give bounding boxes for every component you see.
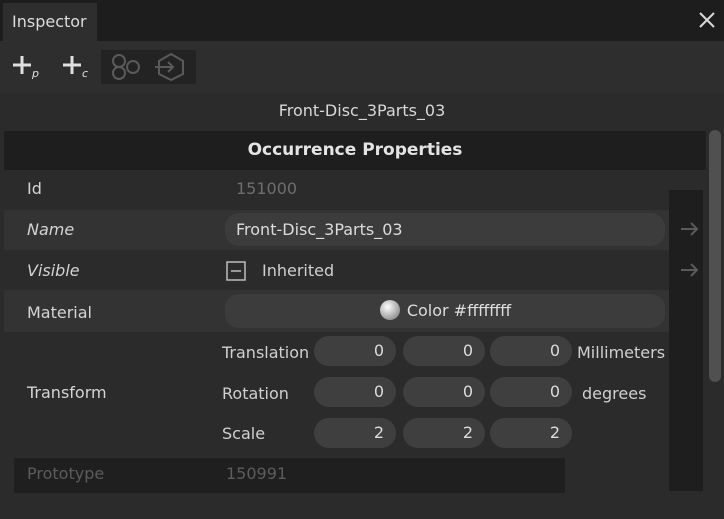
rotation-z-input[interactable]: 0 (490, 377, 572, 407)
name-input[interactable]: Front-Disc_3Parts_03 (225, 213, 665, 246)
convert-prototype-icon[interactable] (153, 52, 189, 82)
visible-arrow-icon[interactable] (680, 263, 700, 277)
rotation-x-input[interactable]: 0 (314, 377, 396, 407)
occurrence-name: Front-Disc_3Parts_03 (278, 101, 446, 120)
close-icon[interactable] (696, 9, 718, 31)
translation-y-input[interactable]: 0 (403, 336, 485, 366)
prototype-row: Prototype 150991 (14, 458, 565, 493)
id-row: Id 151000 (4, 170, 669, 210)
translation-x-input[interactable]: 0 (314, 336, 396, 366)
visible-value: Inherited (262, 261, 335, 280)
instance-link-icon[interactable] (107, 52, 143, 82)
tab-title: Inspector (12, 12, 87, 31)
scale-label: Scale (222, 424, 266, 443)
section-header: Occurrence Properties (4, 131, 706, 170)
svg-text:c: c (82, 67, 88, 80)
prototype-value: 150991 (226, 464, 288, 483)
name-value: Front-Disc_3Parts_03 (236, 220, 403, 239)
visible-row: Visible Inherited (4, 250, 669, 290)
scale-y-input[interactable]: 2 (403, 418, 485, 448)
disabled-tool-group (101, 50, 196, 84)
name-arrow-icon[interactable] (680, 222, 700, 236)
translation-unit: Millimeters (577, 343, 666, 362)
material-row: Material Color #ffffffff (4, 290, 669, 332)
svg-text:p: p (31, 67, 39, 80)
id-label: Id (27, 179, 42, 198)
rotation-unit: degrees (582, 384, 647, 403)
add-component-button[interactable]: c (62, 51, 92, 83)
rotation-label: Rotation (222, 384, 289, 403)
rotation-y-input[interactable]: 0 (403, 377, 485, 407)
prototype-label: Prototype (27, 464, 105, 483)
name-label: Name (27, 220, 75, 239)
color-swatch-icon (379, 300, 400, 320)
visible-checkbox[interactable] (226, 261, 246, 281)
visible-label: Visible (27, 261, 80, 280)
transform-row: Transform Translation 0 0 0 Millimeters … (4, 332, 669, 454)
add-prototype-button[interactable]: p (12, 51, 42, 83)
inspector-tab[interactable]: Inspector (3, 3, 97, 41)
id-value: 151000 (236, 179, 298, 198)
material-button[interactable]: Color #ffffffff (225, 294, 665, 328)
translation-z-input[interactable]: 0 (490, 336, 572, 366)
title-bar: Inspector (0, 0, 724, 41)
name-row: Name Front-Disc_3Parts_03 (4, 210, 669, 250)
scrollbar-thumb[interactable] (709, 130, 721, 382)
translation-label: Translation (222, 343, 310, 362)
transform-label: Transform (27, 383, 107, 402)
scale-z-input[interactable]: 2 (490, 418, 572, 448)
toolbar: p c (0, 41, 724, 93)
material-label: Material (27, 303, 92, 322)
material-value: Color #ffffffff (406, 301, 512, 320)
scale-x-input[interactable]: 2 (314, 418, 396, 448)
